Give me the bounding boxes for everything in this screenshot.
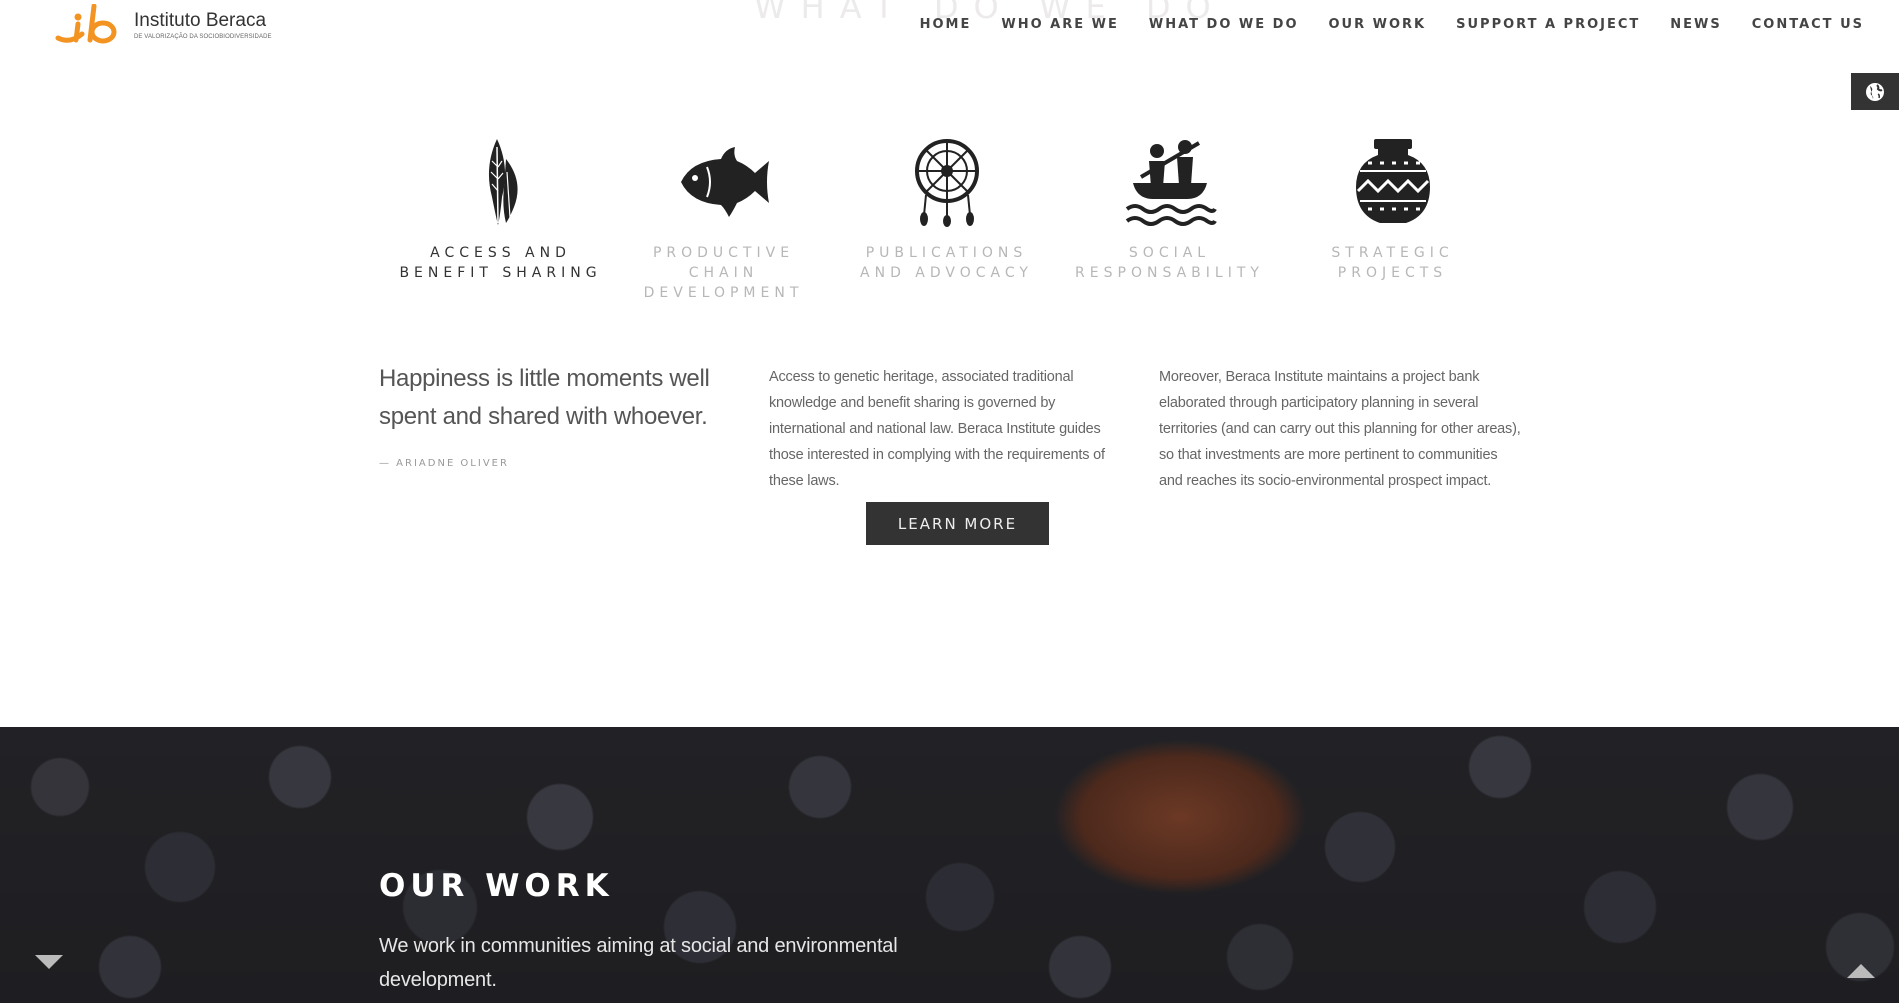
logo-mark-icon xyxy=(55,4,117,44)
vase-icon xyxy=(1355,139,1430,223)
feature-label: ACCESS AND BENEFIT SHARING xyxy=(399,245,602,281)
quote-author: — ARIADNE OLIVER xyxy=(379,458,509,469)
learn-more-button[interactable]: LEARN MORE xyxy=(866,502,1049,545)
feature-publications-advocacy[interactable]: PUBLICATIONS AND ADVOCACY xyxy=(835,137,1058,283)
logo[interactable]: Instituto Beraca DE VALORIZAÇÃO DA SOCIO… xyxy=(54,4,272,46)
feature-label: PRODUCTIVE CHAIN DEVELOPMENT xyxy=(643,245,804,301)
nav-what-do-we-do[interactable]: WHAT DO WE DO xyxy=(1149,17,1299,32)
description-column-2: Moreover, Beraca Institute maintains a p… xyxy=(1159,369,1521,489)
language-button[interactable] xyxy=(1851,73,1899,110)
nav-news[interactable]: NEWS xyxy=(1670,17,1721,32)
feature-productive-chain[interactable]: PRODUCTIVE CHAIN DEVELOPMENT xyxy=(612,137,835,303)
logo-subtitle: DE VALORIZAÇÃO DA SOCIOBIODIVERSIDADE xyxy=(134,33,272,40)
our-work-title: OUR WORK xyxy=(379,868,614,904)
feature-access-benefit-sharing[interactable]: ACCESS AND BENEFIT SHARING xyxy=(389,137,612,283)
main-nav: HOME WHO ARE WE WHAT DO WE DO OUR WORK S… xyxy=(890,17,1864,32)
dreamcatcher-icon xyxy=(914,139,979,227)
feature-label: STRATEGIC PROJECTS xyxy=(1331,245,1454,281)
nav-contact-us[interactable]: CONTACT US xyxy=(1752,17,1864,32)
our-work-section: OUR WORK We work in communities aiming a… xyxy=(0,727,1899,1003)
feathers-icon xyxy=(488,139,518,225)
nav-support-a-project[interactable]: SUPPORT A PROJECT xyxy=(1456,17,1640,32)
feature-label: SOCIAL RESPONSABILITY xyxy=(1075,245,1264,281)
description-column-1: Access to genetic heritage, associated t… xyxy=(769,369,1105,489)
feature-social-responsability[interactable]: SOCIAL RESPONSABILITY xyxy=(1058,137,1281,283)
features-row: ACCESS AND BENEFIT SHARING PRODUCTIVE CH… xyxy=(389,137,1559,307)
nav-who-are-we[interactable]: WHO ARE WE xyxy=(1001,17,1119,32)
quote-block: Happiness is little moments well spent a… xyxy=(379,360,749,469)
quote-text: Happiness is little moments well spent a… xyxy=(379,365,710,430)
fish-icon xyxy=(680,147,769,217)
logo-name: Instituto Beraca xyxy=(134,9,267,31)
feature-strategic-projects[interactable]: STRATEGIC PROJECTS xyxy=(1281,137,1504,283)
nav-our-work[interactable]: OUR WORK xyxy=(1329,17,1427,32)
canoe-icon xyxy=(1125,140,1217,226)
globe-icon xyxy=(1866,82,1884,101)
scroll-to-top-icon[interactable] xyxy=(1846,962,1876,980)
feature-label: PUBLICATIONS AND ADVOCACY xyxy=(860,245,1033,281)
our-work-text: We work in communities aiming at social … xyxy=(379,935,898,991)
nav-home[interactable]: HOME xyxy=(920,17,972,32)
scroll-down-chevron-icon[interactable] xyxy=(34,953,64,971)
